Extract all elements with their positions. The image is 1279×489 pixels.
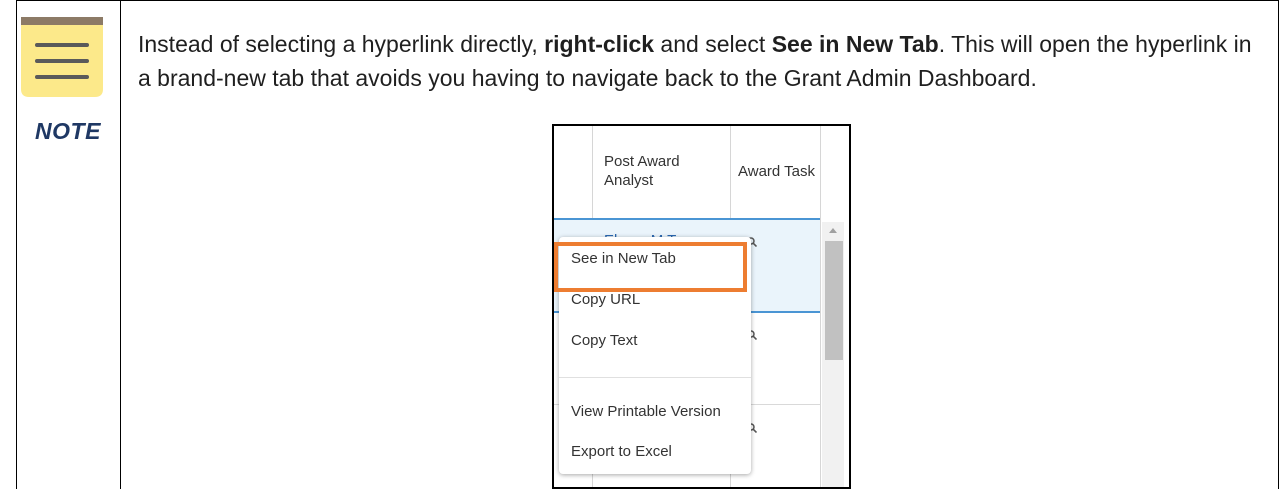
instruction-intro: Instead of selecting a hyperlink directl… <box>138 31 545 57</box>
column-header-award-task[interactable]: Award Task <box>738 162 815 181</box>
column-header-post-award-analyst[interactable]: Post Award Analyst <box>604 152 724 190</box>
row-border <box>554 218 820 220</box>
column-divider <box>820 126 821 487</box>
note-label: NOTE <box>35 118 101 144</box>
menu-item-copy-url[interactable]: Copy URL <box>571 291 640 308</box>
scrollbar-thumb[interactable] <box>825 241 843 360</box>
menu-item-view-printable-version[interactable]: View Printable Version <box>571 403 721 420</box>
screenshot-example: Post Award Analyst Award Task Ebony M Tu… <box>552 124 851 489</box>
instruction-middle: and select <box>654 31 772 57</box>
callout-divider <box>120 0 121 489</box>
instruction-action: right-click <box>544 31 655 57</box>
instruction-text: Instead of selecting a hyperlink directl… <box>138 27 1258 95</box>
highlight-box <box>554 242 747 292</box>
menu-item-export-to-excel[interactable]: Export to Excel <box>571 443 672 460</box>
menu-separator <box>559 377 751 378</box>
scroll-up-arrow-icon[interactable] <box>829 228 837 233</box>
menu-item-copy-text[interactable]: Copy Text <box>571 332 637 349</box>
instruction-target: See in New Tab <box>771 31 939 57</box>
